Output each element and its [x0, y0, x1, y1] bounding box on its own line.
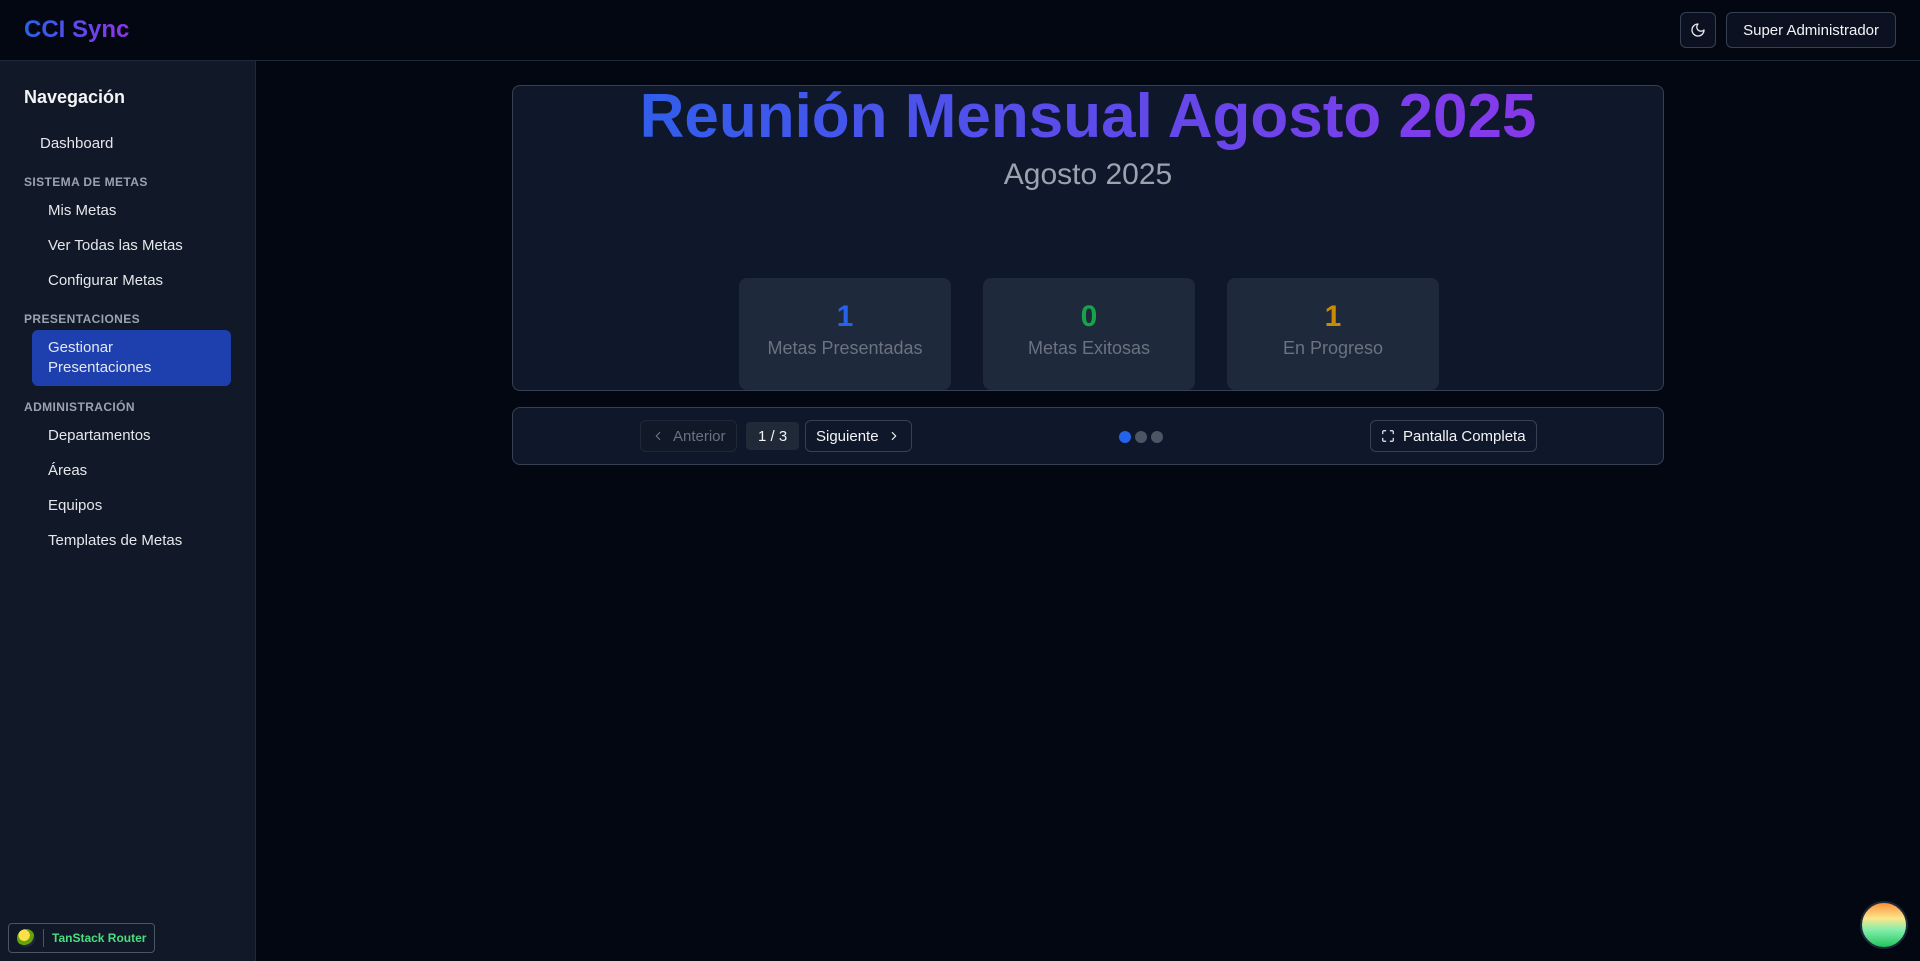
slide-dots — [1119, 431, 1163, 443]
chevron-left-icon — [655, 431, 661, 441]
sidebar-item-equipos[interactable]: Equipos — [24, 488, 231, 523]
section-label-metas: SISTEMA DE METAS — [24, 175, 148, 189]
stat-card-presentadas: 1 Metas Presentadas — [739, 278, 951, 390]
sidebar-item-configurar-metas[interactable]: Configurar Metas — [24, 263, 231, 298]
stat-value: 1 — [1324, 300, 1342, 333]
sidebar-item-mis-metas[interactable]: Mis Metas — [24, 193, 231, 228]
chevron-right-icon — [891, 431, 896, 441]
header-actions: Super Administrador — [1680, 12, 1896, 48]
user-menu-button[interactable]: Super Administrador — [1726, 12, 1896, 48]
page-indicator: 1 / 3 — [746, 422, 800, 450]
stat-card-exitosas: 0 Metas Exitosas — [983, 278, 1195, 390]
stat-label: Metas Presentadas — [767, 338, 923, 358]
slide-controls: Anterior 1 / 3 Siguiente Pantalla Comple… — [512, 407, 1664, 465]
sidebar-item-templates-metas[interactable]: Templates de Metas — [24, 523, 231, 558]
fullscreen-icon — [1382, 430, 1394, 442]
fullscreen-label: Pantalla Completa — [1403, 427, 1526, 445]
badge-divider — [43, 929, 44, 947]
theme-toggle-button[interactable] — [1680, 12, 1717, 48]
slide-dot-2[interactable] — [1135, 431, 1147, 443]
presentation-slide: Reunión Mensual Agosto 2025 Agosto 2025 … — [512, 85, 1664, 391]
sidebar-item-areas[interactable]: Áreas — [24, 453, 231, 488]
app-brand[interactable]: CCI Sync — [24, 16, 129, 44]
stat-value: 1 — [836, 300, 854, 333]
section-label-presentaciones: PRESENTACIONES — [24, 312, 141, 326]
previous-button[interactable]: Anterior — [640, 420, 737, 452]
sidebar-item-departamentos[interactable]: Departamentos — [24, 418, 231, 453]
previous-label: Anterior — [673, 427, 726, 445]
section-label-administracion: ADMINISTRACIÓN — [24, 400, 135, 414]
assistant-avatar[interactable] — [1860, 901, 1908, 949]
stat-value: 0 — [1080, 300, 1098, 333]
sidebar-item-gestionar-presentaciones[interactable]: Gestionar Presentaciones — [32, 330, 231, 386]
stat-label: En Progreso — [1282, 338, 1384, 358]
sidebar-item-ver-todas-metas[interactable]: Ver Todas las Metas — [24, 228, 231, 263]
sidebar: Navegación Dashboard SISTEMA DE METAS Mi… — [0, 61, 256, 961]
next-label: Siguiente — [816, 427, 879, 445]
top-header: CCI Sync Super Administrador — [0, 0, 1920, 61]
router-badge-label: TanStack Router — [52, 931, 147, 945]
fullscreen-button[interactable]: Pantalla Completa — [1370, 420, 1537, 452]
sidebar-item-dashboard[interactable]: Dashboard — [24, 126, 231, 161]
moon-icon — [1691, 23, 1705, 37]
next-button[interactable]: Siguiente — [805, 420, 912, 452]
slide-dot-1[interactable] — [1119, 431, 1131, 443]
stat-label: Metas Exitosas — [1027, 338, 1151, 358]
tanstack-logo-icon — [17, 929, 35, 947]
slide-subtitle: Agosto 2025 — [1003, 158, 1173, 191]
slide-title: Reunión Mensual Agosto 2025 — [513, 86, 1663, 150]
tanstack-router-devtools-button[interactable]: TanStack Router — [8, 923, 156, 953]
stat-card-en-progreso: 1 En Progreso — [1227, 278, 1439, 390]
sidebar-title: Navegación — [24, 87, 126, 107]
slide-dot-3[interactable] — [1151, 431, 1163, 443]
